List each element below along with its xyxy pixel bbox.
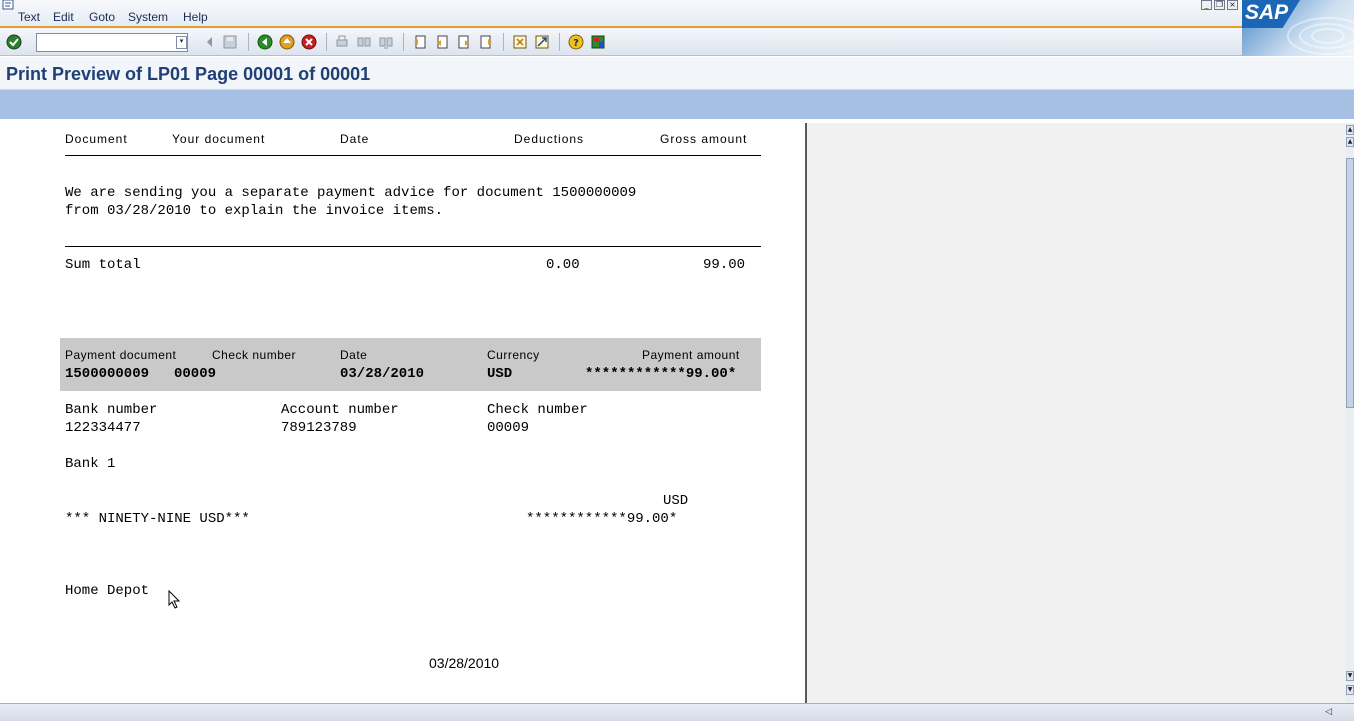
sap-logo: SAP — [1242, 0, 1354, 56]
payment-amount-label: Payment amount — [642, 348, 740, 362]
bank-check-number-value: 00009 — [487, 420, 530, 436]
col-document: Document — [65, 132, 128, 146]
col-gross-amount: Gross amount — [660, 132, 748, 146]
window-controls: _ ❐ × — [1201, 0, 1238, 10]
command-history-dropdown-icon[interactable]: ▾ — [176, 36, 187, 49]
restore-icon[interactable]: ❐ — [1214, 0, 1225, 10]
payee-name: Home Depot — [65, 583, 150, 599]
print-icon[interactable] — [334, 34, 350, 50]
page-title: Print Preview of LP01 Page 00001 of 0000… — [6, 64, 371, 84]
col-date: Date — [340, 132, 370, 146]
menu-help[interactable]: Help — [183, 10, 208, 24]
sum-gross: 99.00 — [703, 257, 746, 273]
payment-doc-value: 1500000009 — [65, 366, 150, 382]
advice-line-1: We are sending you a separate payment ad… — [65, 185, 637, 201]
find-icon[interactable] — [356, 34, 372, 50]
currency-code: USD — [663, 493, 689, 509]
payment-check-value: 00009 — [174, 366, 217, 382]
menu-text[interactable]: Text — [18, 10, 40, 24]
vertical-scrollbar[interactable]: ▲ ▲ ▼ ▼ — [1346, 123, 1354, 703]
payment-doc-label: Payment document — [65, 348, 177, 362]
bank-number-label: Bank number — [65, 402, 158, 418]
bank-number-value: 122334477 — [65, 420, 141, 436]
first-page-icon[interactable] — [412, 34, 428, 50]
help-icon[interactable]: ? — [568, 34, 584, 50]
col-deductions: Deductions — [514, 132, 585, 146]
layout-icon[interactable] — [590, 34, 606, 50]
find-next-icon[interactable] — [378, 34, 394, 50]
svg-text:?: ? — [573, 38, 579, 49]
title-bar: Print Preview of LP01 Page 00001 of 0000… — [0, 57, 1354, 90]
bank-name: Bank 1 — [65, 456, 116, 472]
payment-amount-value: ************99.00* — [585, 366, 737, 382]
sum-rule — [65, 246, 761, 247]
mouse-cursor-icon — [168, 590, 181, 609]
status-collapse-icon[interactable]: ◁ — [1325, 707, 1332, 717]
scroll-top-icon[interactable]: ▲ — [1346, 125, 1354, 135]
scroll-thumb[interactable] — [1346, 158, 1354, 408]
menu-bar: Text Edit Goto System Help _ ❐ × — [0, 0, 1354, 28]
enter-icon[interactable] — [6, 34, 22, 50]
shortcut-icon[interactable] — [534, 34, 550, 50]
sap-logo-text: SAP — [1245, 1, 1289, 24]
exit-icon[interactable] — [279, 34, 295, 50]
sum-deductions: 0.00 — [546, 257, 580, 273]
advice-line-2: from 03/28/2010 to explain the invoice i… — [65, 203, 444, 219]
amount-in-words: *** NINETY-NINE USD*** — [65, 511, 250, 527]
triangle-left-icon[interactable] — [202, 34, 218, 50]
cancel-icon[interactable] — [301, 34, 317, 50]
status-bar: ◁ — [0, 703, 1354, 721]
back-icon[interactable] — [257, 34, 273, 50]
scroll-up-icon[interactable]: ▲ — [1346, 137, 1354, 147]
app-menu-icon[interactable] — [2, 0, 16, 10]
footer-date: 03/28/2010 — [429, 655, 500, 671]
scroll-bottom-icon[interactable]: ▼ — [1346, 685, 1354, 695]
amount-stars: ************99.00* — [526, 511, 678, 527]
sum-total-label: Sum total — [65, 257, 141, 273]
preview-background — [807, 123, 1346, 703]
payment-date-label: Date — [340, 348, 368, 362]
payment-check-label: Check number — [212, 348, 297, 362]
minimize-icon[interactable]: _ — [1201, 0, 1212, 10]
payment-box — [60, 338, 761, 391]
header-rule — [65, 155, 761, 156]
last-page-icon[interactable] — [478, 34, 494, 50]
scroll-down-icon[interactable]: ▼ — [1346, 671, 1354, 681]
menu-edit[interactable]: Edit — [53, 10, 74, 24]
close-icon[interactable]: × — [1227, 0, 1238, 10]
payment-currency-value: USD — [487, 366, 513, 382]
account-number-label: Account number — [281, 402, 399, 418]
payment-currency-label: Currency — [487, 348, 540, 362]
bank-check-number-label: Check number — [487, 402, 588, 418]
menu-goto[interactable]: Goto — [89, 10, 115, 24]
next-page-icon[interactable] — [456, 34, 472, 50]
col-your-document: Your document — [172, 132, 266, 146]
standard-toolbar: ▾ ? — [0, 28, 1242, 56]
command-field[interactable] — [36, 33, 188, 52]
account-number-value: 789123789 — [281, 420, 357, 436]
application-toolbar — [0, 90, 1354, 119]
menu-system[interactable]: System — [128, 10, 168, 24]
prev-page-icon[interactable] — [434, 34, 450, 50]
new-session-icon[interactable] — [512, 34, 528, 50]
save-icon[interactable] — [222, 34, 238, 50]
payment-date-value: 03/28/2010 — [340, 366, 425, 382]
